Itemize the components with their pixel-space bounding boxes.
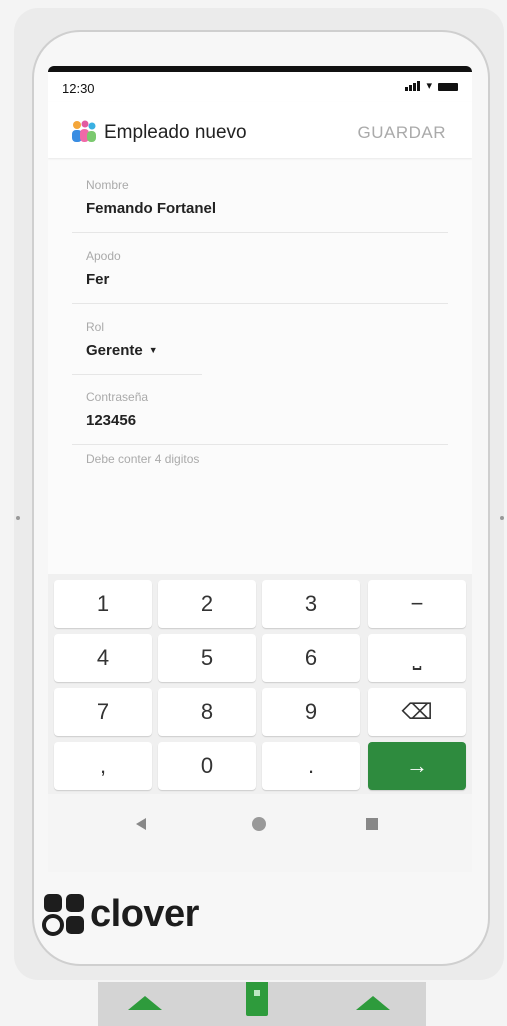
status-icons: ▾ [405,80,458,92]
key-minus[interactable]: − [368,580,466,628]
divider [72,374,202,375]
key-0[interactable]: 0 [158,742,256,790]
status-bar: 12:30 ▾ [48,72,472,102]
divider [72,444,448,445]
app-bar: Empleado nuevo GUARDAR [48,102,472,158]
key-1[interactable]: 1 [54,580,152,628]
employees-icon [72,120,96,142]
backspace-key[interactable]: ⌫ [368,688,466,736]
nickname-field[interactable]: Apodo Fer [86,249,446,288]
save-button[interactable]: GUARDAR [357,123,446,143]
arrow-up-icon [356,996,390,1010]
key-4[interactable]: 4 [54,634,152,682]
key-5[interactable]: 5 [158,634,256,682]
brand-name: clover [90,893,199,935]
brand: clover [42,892,199,936]
name-label: Nombre [86,178,129,192]
charging-dock [98,982,426,1026]
key-6[interactable]: 6 [262,634,360,682]
divider [72,303,448,304]
signal-icon [405,81,421,91]
dock-connector-icon [246,982,268,1016]
status-time: 12:30 [62,81,95,96]
back-icon[interactable] [136,818,146,830]
role-value: Gerente [86,342,143,359]
arrow-up-icon [128,996,162,1010]
screen: 12:30 ▾ Empleado nuevo GUARDAR Nombre Fe… [48,66,472,872]
key-comma[interactable]: , [54,742,152,790]
nickname-label: Apodo [86,249,121,263]
wifi-icon: ▾ [426,80,432,92]
password-hint: Debe conter 4 digitos [86,452,200,466]
key-7[interactable]: 7 [54,688,152,736]
recent-apps-icon[interactable] [366,818,378,830]
key-9[interactable]: 9 [262,688,360,736]
role-dropdown[interactable]: Rol Gerente ▼ [86,320,446,359]
role-label: Rol [86,320,105,334]
page-title: Empleado nuevo [104,122,247,143]
dropdown-arrow-icon: ▼ [148,345,158,355]
divider [72,232,448,233]
name-field[interactable]: Nombre Femando Fortanel [86,178,446,217]
key-3[interactable]: 3 [262,580,360,628]
enter-key[interactable]: → [368,742,466,790]
home-icon[interactable] [252,817,266,831]
password-label: Contraseña [86,390,149,404]
system-nav-bar [48,794,472,872]
clover-logo-icon [42,894,84,936]
battery-icon [438,83,458,91]
side-button [500,516,504,520]
name-value: Femando Fortanel [86,200,217,217]
key-8[interactable]: 8 [158,688,256,736]
key-space[interactable]: ⎵ [368,634,466,682]
key-2[interactable]: 2 [158,580,256,628]
numeric-keypad: 1 2 3 − 4 5 6 ⎵ 7 8 9 ⌫ , 0 . → [48,574,472,794]
key-period[interactable]: . [262,742,360,790]
nickname-value: Fer [86,271,110,288]
side-button [16,516,20,520]
password-value: 123456 [86,412,137,429]
password-field[interactable]: Contraseña 123456 [86,390,446,429]
